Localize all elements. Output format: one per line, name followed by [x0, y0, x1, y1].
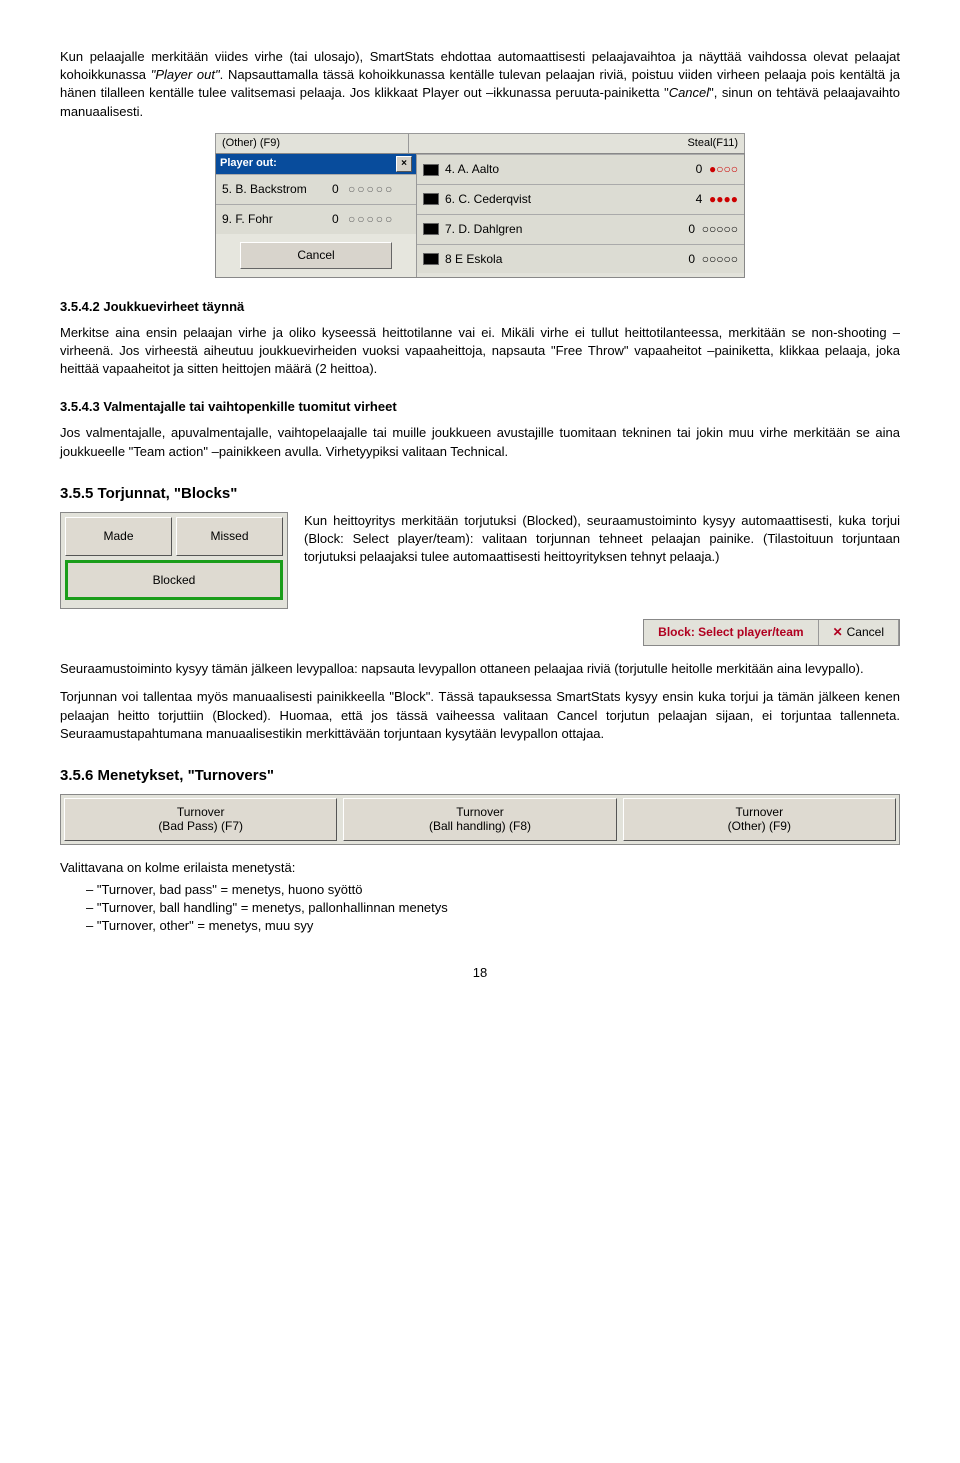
- turnover-list-title: Valittavana on kolme erilaista menetystä…: [60, 859, 900, 877]
- turnover-bad-pass-button[interactable]: Turnover (Bad Pass) (F7): [64, 798, 337, 841]
- player-fouls: 0: [696, 162, 703, 176]
- player-name: 7. D. Dahlgren: [445, 221, 522, 238]
- intro-text-d: Cancel: [669, 85, 709, 100]
- heading-3-5-4-2: 3.5.4.2 Joukkuevirheet täynnä: [60, 298, 900, 316]
- foul-dots: ○○○○○: [702, 222, 738, 236]
- window-top-left: (Other) (F9): [216, 134, 409, 153]
- list-item: "Turnover, bad pass" = menetys, huono sy…: [86, 881, 900, 899]
- block-select-label: Block: Select player/team: [644, 620, 818, 645]
- player-out-dialog: (Other) (F9) Steal(F11) Player out: × 5.…: [215, 133, 745, 278]
- foul-dots: ○○○○○: [702, 252, 738, 266]
- court-player-row[interactable]: 7. D. Dahlgren 0 ○○○○○: [417, 214, 744, 244]
- list-item: "Turnover, ball handling" = menetys, pal…: [86, 899, 900, 917]
- foul-dots: ●○○○: [709, 162, 738, 176]
- player-name: 5. B. Backstrom: [222, 181, 332, 198]
- heading-3-5-4-3: 3.5.4.3 Valmentajalle tai vaihtopenkille…: [60, 398, 900, 416]
- bench-player-row[interactable]: 9. F. Fohr 0 ○○○○○: [216, 204, 416, 234]
- player-out-titlebar: Player out: ×: [216, 154, 416, 174]
- turnover-other-button[interactable]: Turnover (Other) (F9): [623, 798, 896, 841]
- missed-button[interactable]: Missed: [176, 517, 283, 556]
- flag-icon: [423, 193, 439, 205]
- foul-circles: ○○○○○: [348, 211, 394, 228]
- intro-text-b: "Player out": [151, 67, 220, 82]
- turnover-ball-handling-button[interactable]: Turnover (Ball handling) (F8): [343, 798, 616, 841]
- player-name: 9. F. Fohr: [222, 211, 332, 228]
- heading-3-5-5: 3.5.5 Torjunnat, "Blocks": [60, 483, 900, 504]
- cancel-x-icon: ✕: [833, 625, 843, 639]
- close-icon[interactable]: ×: [396, 156, 412, 172]
- sec355-paragraph-2: Seuraamustoiminto kysyy tämän jälkeen le…: [60, 660, 900, 678]
- page-number: 18: [60, 964, 900, 982]
- sec355-paragraph-3: Torjunnan voi tallentaa myös manuaalises…: [60, 688, 900, 743]
- player-fouls: 0: [332, 181, 348, 198]
- player-out-title: Player out:: [220, 156, 277, 171]
- blocked-button[interactable]: Blocked: [65, 560, 283, 601]
- player-name: 4. A. Aalto: [445, 161, 499, 178]
- bench-player-row[interactable]: 5. B. Backstrom 0 ○○○○○: [216, 174, 416, 204]
- player-fouls: 0: [332, 211, 348, 228]
- player-out-left-pane: Player out: × 5. B. Backstrom 0 ○○○○○ 9.…: [216, 154, 417, 276]
- block-cancel-label: Cancel: [847, 625, 884, 639]
- player-fouls: 4: [696, 192, 703, 206]
- flag-icon: [423, 223, 439, 235]
- flag-icon: [423, 164, 439, 176]
- player-name: 6. C. Cederqvist: [445, 191, 531, 208]
- player-fouls: 0: [688, 222, 695, 236]
- cancel-button[interactable]: Cancel: [240, 242, 392, 269]
- window-top-bar: (Other) (F9) Steal(F11): [215, 133, 745, 153]
- block-select-bar: Block: Select player/team ✕ Cancel: [643, 619, 900, 646]
- turnover-list: "Turnover, bad pass" = menetys, huono sy…: [60, 881, 900, 936]
- player-out-right-pane: 4. A. Aalto 0 ●○○○ 6. C. Cederqvist 4 ●●…: [417, 154, 744, 276]
- flag-icon: [423, 253, 439, 265]
- window-top-right: Steal(F11): [409, 134, 744, 153]
- turnover-button-bar: Turnover (Bad Pass) (F7) Turnover (Ball …: [60, 794, 900, 845]
- heading-3-5-6: 3.5.6 Menetykset, "Turnovers": [60, 765, 900, 786]
- sec3542-paragraph: Merkitse aina ensin pelaajan virhe ja ol…: [60, 324, 900, 379]
- court-player-row[interactable]: 6. C. Cederqvist 4 ●●●●: [417, 184, 744, 214]
- foul-dots: ●●●●: [709, 192, 738, 206]
- list-item: "Turnover, other" = menetys, muu syy: [86, 917, 900, 935]
- made-button[interactable]: Made: [65, 517, 172, 556]
- block-cancel-button[interactable]: ✕ Cancel: [819, 620, 899, 645]
- foul-circles: ○○○○○: [348, 181, 394, 198]
- sec3543-paragraph: Jos valmentajalle, apuvalmentajalle, vai…: [60, 424, 900, 460]
- player-name: 8 E Eskola: [445, 251, 502, 268]
- intro-paragraph: Kun pelaajalle merkitään viides virhe (t…: [60, 48, 900, 121]
- court-player-row[interactable]: 4. A. Aalto 0 ●○○○: [417, 154, 744, 184]
- shot-result-panel: Made Missed Blocked: [60, 512, 288, 610]
- player-fouls: 0: [688, 252, 695, 266]
- court-player-row[interactable]: 8 E Eskola 0 ○○○○○: [417, 244, 744, 274]
